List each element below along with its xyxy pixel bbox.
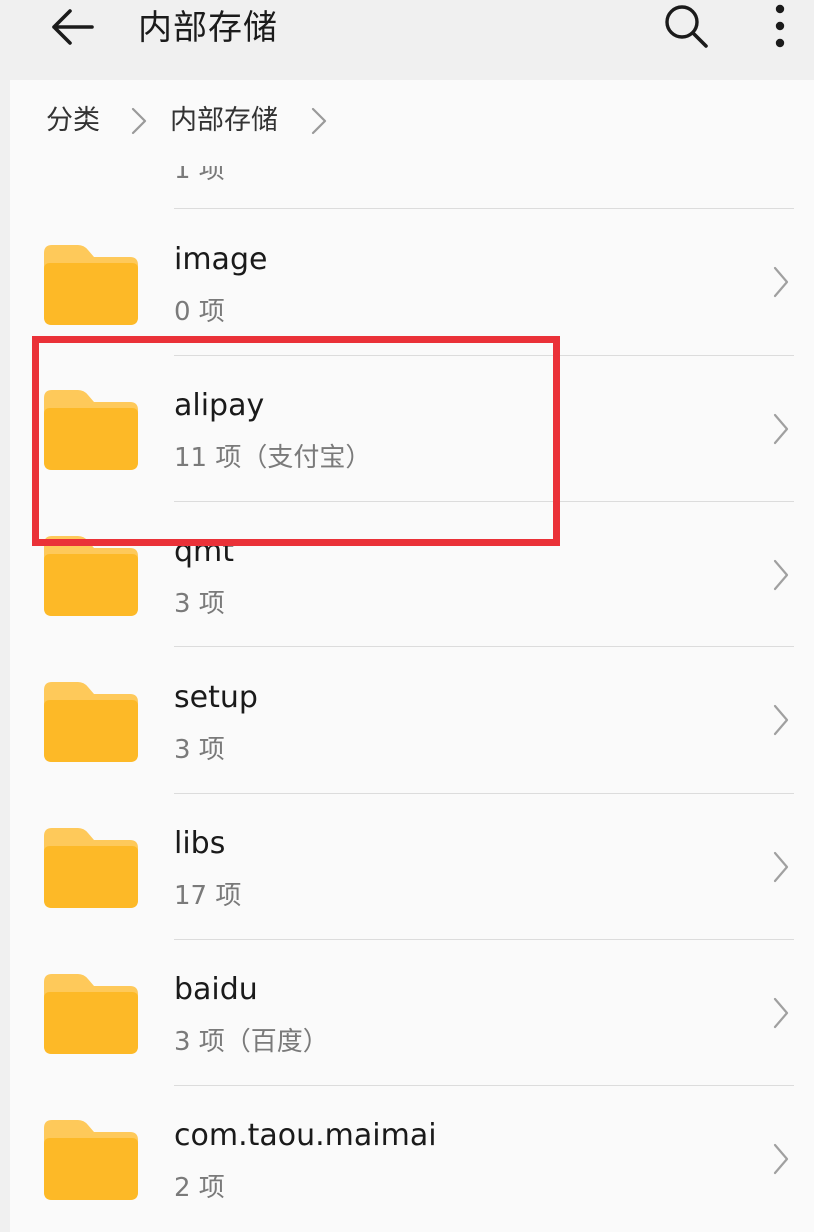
item-meta: 2 项 bbox=[174, 1173, 225, 1203]
item-meta: 3 项 bbox=[174, 589, 225, 619]
file-list-panel: 分类 内部存储 1 项 image 0 项 alipay 11 项（支付宝） q… bbox=[10, 80, 814, 1232]
chevron-right-icon bbox=[131, 107, 147, 135]
search-button[interactable] bbox=[656, 0, 716, 52]
list-item[interactable]: alipay 11 项（支付宝） bbox=[10, 356, 814, 502]
more-vertical-icon bbox=[775, 4, 785, 48]
chevron-right-icon bbox=[773, 559, 789, 591]
chevron-right-icon bbox=[773, 997, 789, 1029]
item-meta: 3 项（百度） bbox=[174, 1027, 329, 1057]
item-meta: 17 项 bbox=[174, 881, 242, 911]
folder-icon bbox=[44, 682, 138, 762]
item-name: libs bbox=[174, 826, 226, 861]
item-name: baidu bbox=[174, 972, 258, 1007]
item-name: image bbox=[174, 242, 268, 277]
chevron-right-icon bbox=[773, 704, 789, 736]
folder-icon bbox=[44, 245, 138, 325]
folder-icon bbox=[44, 974, 138, 1054]
page-title: 内部存储 bbox=[138, 8, 278, 48]
item-meta: 11 项（支付宝） bbox=[174, 443, 372, 473]
back-button[interactable] bbox=[44, 2, 100, 52]
breadcrumb: 分类 内部存储 bbox=[10, 80, 814, 166]
chevron-right-icon bbox=[773, 266, 789, 298]
list-item[interactable]: qmt 3 项 bbox=[10, 502, 814, 648]
chevron-right-icon bbox=[311, 107, 327, 135]
item-meta: 3 项 bbox=[174, 735, 225, 765]
item-name: alipay bbox=[174, 388, 265, 423]
item-name: qmt bbox=[174, 534, 235, 569]
chevron-right-icon bbox=[773, 851, 789, 883]
folder-icon bbox=[44, 828, 138, 908]
list-item[interactable]: libs 17 项 bbox=[10, 794, 814, 940]
list-item[interactable]: image 0 项 bbox=[10, 209, 814, 355]
list-item[interactable]: com.taou.maimai 2 项 bbox=[10, 1086, 814, 1232]
arrow-left-icon bbox=[52, 9, 94, 45]
chevron-right-icon bbox=[773, 413, 789, 445]
folder-icon bbox=[44, 1120, 138, 1200]
breadcrumb-item-category[interactable]: 分类 bbox=[46, 100, 100, 142]
list-item[interactable]: baidu 3 项（百度） bbox=[10, 940, 814, 1086]
more-options-button[interactable] bbox=[758, 0, 802, 52]
app-bar: 内部存储 bbox=[0, 0, 814, 80]
search-icon bbox=[665, 5, 708, 48]
folder-icon bbox=[44, 390, 138, 470]
item-meta: 0 项 bbox=[174, 297, 225, 327]
breadcrumb-item-internal-storage[interactable]: 内部存储 bbox=[170, 100, 278, 142]
chevron-right-icon bbox=[773, 1143, 789, 1175]
item-name: setup bbox=[174, 680, 258, 715]
folder-icon bbox=[44, 536, 138, 616]
list-item[interactable]: setup 3 项 bbox=[10, 647, 814, 793]
item-name: com.taou.maimai bbox=[174, 1118, 437, 1153]
